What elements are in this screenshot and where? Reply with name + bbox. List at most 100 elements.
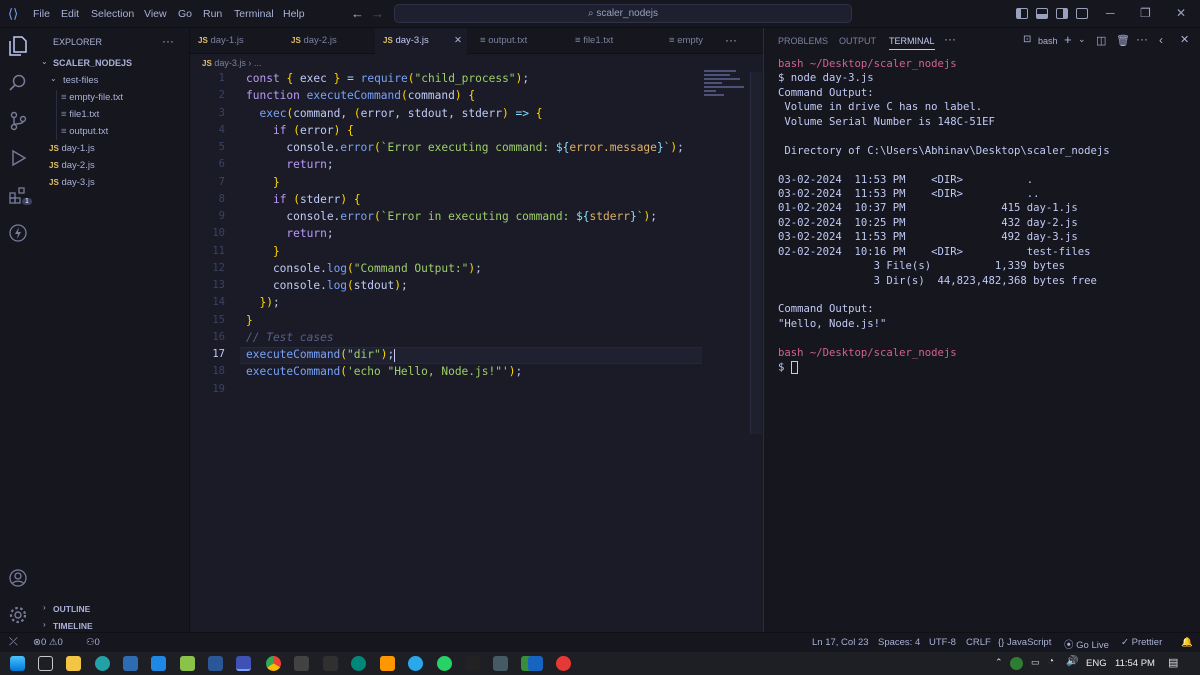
line-endings[interactable]: CRLF [966, 637, 991, 648]
toggle-primary-sidebar-icon[interactable] [1016, 8, 1028, 19]
tab-day-1[interactable]: JS day-1.js [190, 28, 286, 54]
account-icon[interactable] [8, 568, 28, 588]
explorer-more-icon[interactable]: ··· [162, 34, 174, 48]
tab-day-3[interactable]: JS day-3.js ✕ [375, 28, 467, 54]
app-circle-icon[interactable] [351, 656, 366, 671]
vscode-taskbar-icon[interactable] [151, 656, 166, 671]
tray-battery-icon[interactable]: ▭ [1031, 657, 1040, 668]
tab-overflow-more-icon[interactable]: ··· [725, 33, 737, 47]
notepad-icon[interactable] [180, 656, 195, 671]
search-sidebar-icon[interactable] [8, 73, 28, 93]
back-arrow-icon[interactable]: ← [351, 6, 364, 21]
file-file1[interactable]: ≡ file1.txt [61, 109, 99, 120]
timeline-section[interactable]: TIMELINE [53, 621, 93, 631]
whatsapp-icon[interactable] [437, 656, 452, 671]
folder-chevron-icon[interactable]: ⌄ [50, 74, 57, 83]
tab-empty[interactable]: ≡ empty [661, 28, 713, 54]
cursor-position[interactable]: Ln 17, Col 23 [812, 637, 869, 648]
indentation[interactable]: Spaces: 4 [878, 637, 920, 648]
code-line[interactable]: const { exec } = require("child_process"… [246, 72, 529, 85]
edge-browser-icon[interactable] [95, 656, 110, 671]
terminal-dropdown-icon[interactable]: ⌄ [1078, 34, 1086, 45]
menu-selection[interactable]: Selection [91, 8, 134, 20]
minimap[interactable] [704, 70, 749, 100]
tray-volume-icon[interactable]: 🔊 [1066, 656, 1078, 667]
sublime-icon[interactable] [380, 656, 395, 671]
code-line[interactable]: executeCommand("dir"); [246, 348, 396, 362]
close-window-icon[interactable]: ✕ [1176, 6, 1186, 20]
menu-terminal[interactable]: Terminal [234, 8, 274, 20]
encoding[interactable]: UTF-8 [929, 637, 956, 648]
folder-test-files[interactable]: test-files [63, 75, 98, 86]
remote-indicator-icon[interactable]: ⤫ [9, 636, 18, 649]
panel-more-actions-icon[interactable]: ··· [1136, 32, 1148, 46]
file-day-3[interactable]: JS day-3.js [49, 177, 95, 188]
code-line[interactable]: console.error(`Error in executing comman… [246, 210, 657, 223]
file-day-1[interactable]: JS day-1.js [49, 143, 95, 154]
panel-close-icon[interactable]: ✕ [1180, 33, 1189, 46]
code-line[interactable]: return; [246, 227, 333, 240]
explorer-icon[interactable] [8, 36, 28, 56]
breadcrumb-file[interactable]: day-3.js [214, 58, 246, 68]
panel-more-icon[interactable]: ··· [944, 32, 956, 46]
task-view-icon[interactable] [38, 656, 53, 671]
tab-file1[interactable]: ≡ file1.txt [567, 28, 659, 54]
extensions-icon[interactable]: 1 [8, 186, 32, 206]
telegram-icon[interactable] [408, 656, 423, 671]
notifications-bell-icon[interactable]: 🔔 [1181, 637, 1193, 648]
toggle-secondary-sidebar-icon[interactable] [1056, 8, 1068, 19]
app-snip-icon[interactable] [493, 656, 508, 671]
code-line[interactable]: return; [246, 158, 333, 171]
language-mode[interactable]: {} JavaScript [998, 637, 1051, 648]
maximize-icon[interactable]: ❐ [1140, 6, 1151, 20]
terminal-shell-label[interactable]: bash [1038, 36, 1058, 46]
media-icon[interactable] [294, 656, 309, 671]
editor-scrollbar[interactable] [750, 72, 762, 434]
tab-problems[interactable]: PROBLEMS [778, 36, 828, 46]
menu-edit[interactable]: Edit [61, 8, 79, 20]
code-line[interactable]: } [246, 245, 280, 258]
tray-wifi-icon[interactable]: ◔ [1048, 656, 1054, 667]
vscode-active-taskbar-icon[interactable] [236, 656, 251, 671]
tray-chevron-icon[interactable]: ⌃ [995, 657, 1003, 668]
prettier-status[interactable]: ✓ Prettier [1121, 637, 1162, 648]
code-line[interactable]: console.error(`Error executing command: … [246, 141, 684, 154]
customize-layout-icon[interactable] [1076, 8, 1088, 19]
clock[interactable]: 11:54 PM [1115, 658, 1155, 669]
code-line[interactable]: exec(command, (error, stdout, stderr) =>… [246, 107, 542, 120]
tab-terminal[interactable]: TERMINAL [889, 36, 935, 50]
code-line[interactable]: if (stderr) { [246, 193, 361, 206]
powershell-icon[interactable] [208, 656, 223, 671]
code-line[interactable]: // Test cases [246, 331, 334, 344]
file-empty-file[interactable]: ≡ empty-file.txt [61, 92, 123, 103]
outline-section[interactable]: OUTLINE [53, 604, 90, 614]
tab-day-2[interactable]: JS day-2.js [283, 28, 375, 54]
code-line[interactable]: executeCommand('echo "Hello, Node.js!"')… [246, 365, 522, 378]
start-windows-icon[interactable] [10, 656, 25, 671]
minimize-icon[interactable]: ─ [1106, 6, 1115, 20]
forward-arrow-icon[interactable]: → [371, 6, 384, 21]
close-tab-icon[interactable]: ✕ [454, 28, 462, 54]
project-chevron-icon[interactable]: ⌄ [41, 57, 48, 66]
terminal-output[interactable]: bash ~/Desktop/scaler_nodejs $ node day-3… [778, 58, 1110, 376]
terminal-shell-icon[interactable]: ⊡ [1023, 34, 1031, 45]
file-explorer-icon[interactable] [66, 656, 81, 671]
trash-icon[interactable]: 🗑 [1116, 34, 1130, 47]
new-terminal-icon[interactable]: + [1064, 32, 1072, 47]
code-line[interactable]: console.log(stdout); [246, 279, 408, 292]
ports-status[interactable]: ⚇0 [86, 637, 100, 648]
timeline-chevron-icon[interactable]: › [43, 620, 46, 629]
app-jetbrains-icon[interactable] [465, 656, 480, 671]
app-red-t-icon[interactable] [556, 656, 571, 671]
toggle-panel-icon[interactable] [1036, 8, 1048, 19]
menu-help[interactable]: Help [283, 8, 305, 20]
menu-file[interactable]: File [33, 8, 50, 20]
lightning-icon[interactable] [8, 223, 28, 243]
source-control-icon[interactable] [8, 111, 28, 131]
command-center-search[interactable]: ⌕ scaler_nodejs [394, 4, 852, 23]
menu-go[interactable]: Go [178, 8, 192, 20]
menu-run[interactable]: Run [203, 8, 222, 20]
settings-gear-icon[interactable] [8, 605, 28, 625]
run-debug-icon[interactable] [8, 148, 28, 168]
code-line[interactable]: if (error) { [246, 124, 354, 137]
